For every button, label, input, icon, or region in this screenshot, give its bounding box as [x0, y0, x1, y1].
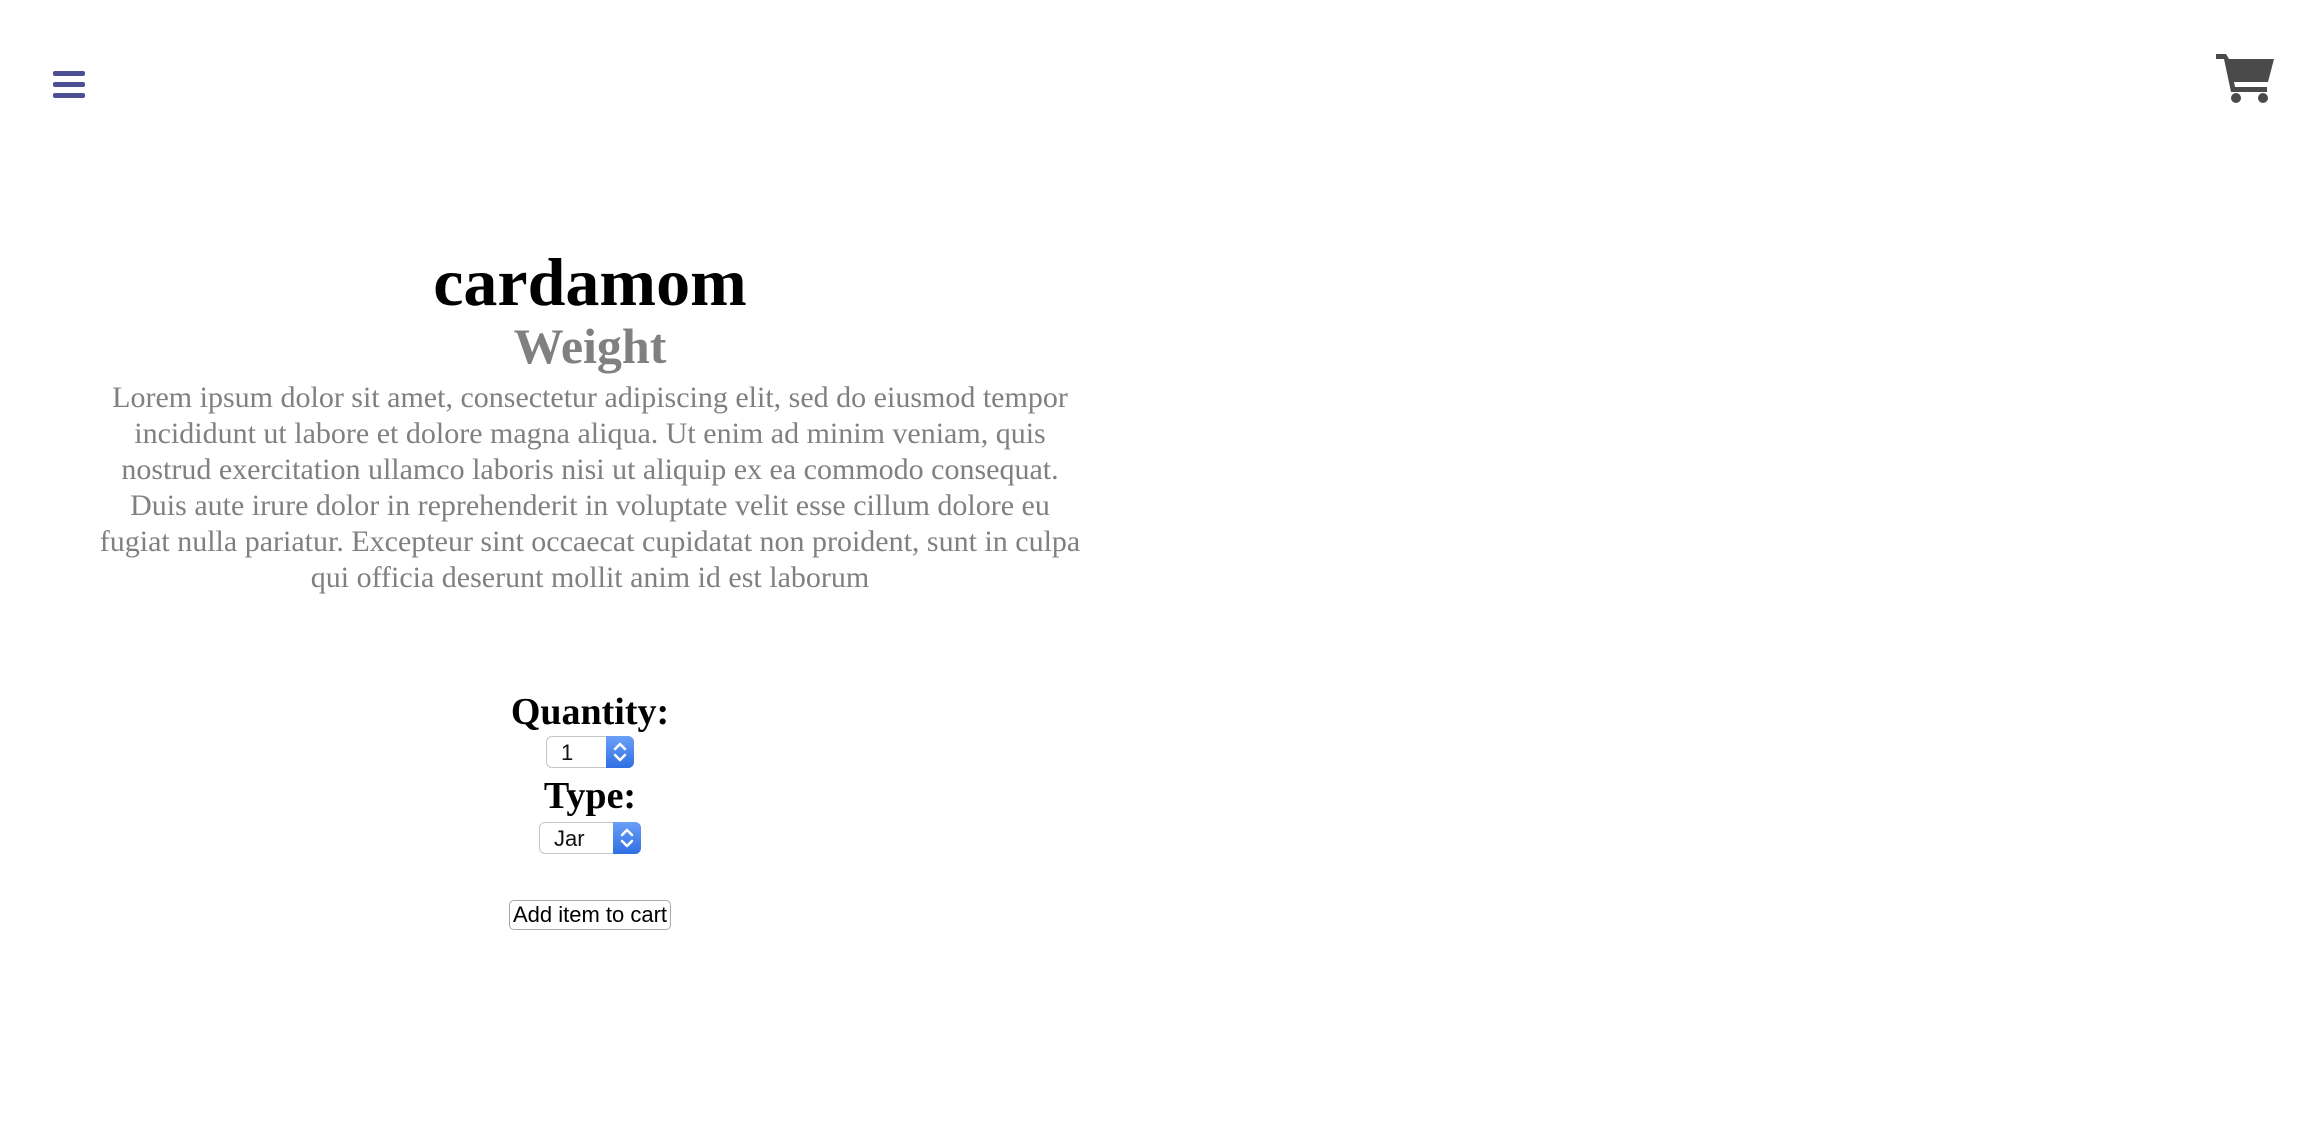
type-select-value: Jar	[554, 826, 585, 851]
quantity-label: Quantity:	[510, 691, 670, 733]
quantity-select-value: 1	[561, 740, 574, 765]
select-arrows-icon	[613, 822, 641, 854]
type-label: Type:	[543, 775, 637, 817]
product-subtitle: Weight	[513, 318, 667, 374]
menu-bar-middle	[53, 82, 85, 87]
cart-graphic	[2216, 54, 2274, 103]
product-page: cardamom Weight Lorem ipsum dolor sit am…	[0, 0, 2306, 1132]
shopping-cart-icon[interactable]	[2214, 50, 2276, 104]
menu-bar-top	[53, 71, 85, 76]
quantity-select[interactable]: 1	[546, 736, 634, 768]
menu-bar-bottom	[53, 93, 85, 98]
product-description: Lorem ipsum dolor sit amet, consectetur …	[99, 381, 1081, 594]
select-arrows-icon	[606, 736, 634, 768]
type-select[interactable]: Jar	[539, 822, 641, 854]
product-options: Quantity: 1 Type: Jar Add item to cart	[90, 690, 1090, 930]
product-details: cardamom Weight Lorem ipsum dolor sit am…	[90, 240, 1090, 596]
hamburger-menu-icon[interactable]	[53, 71, 85, 99]
add-to-cart-button[interactable]: Add item to cart	[508, 900, 672, 930]
